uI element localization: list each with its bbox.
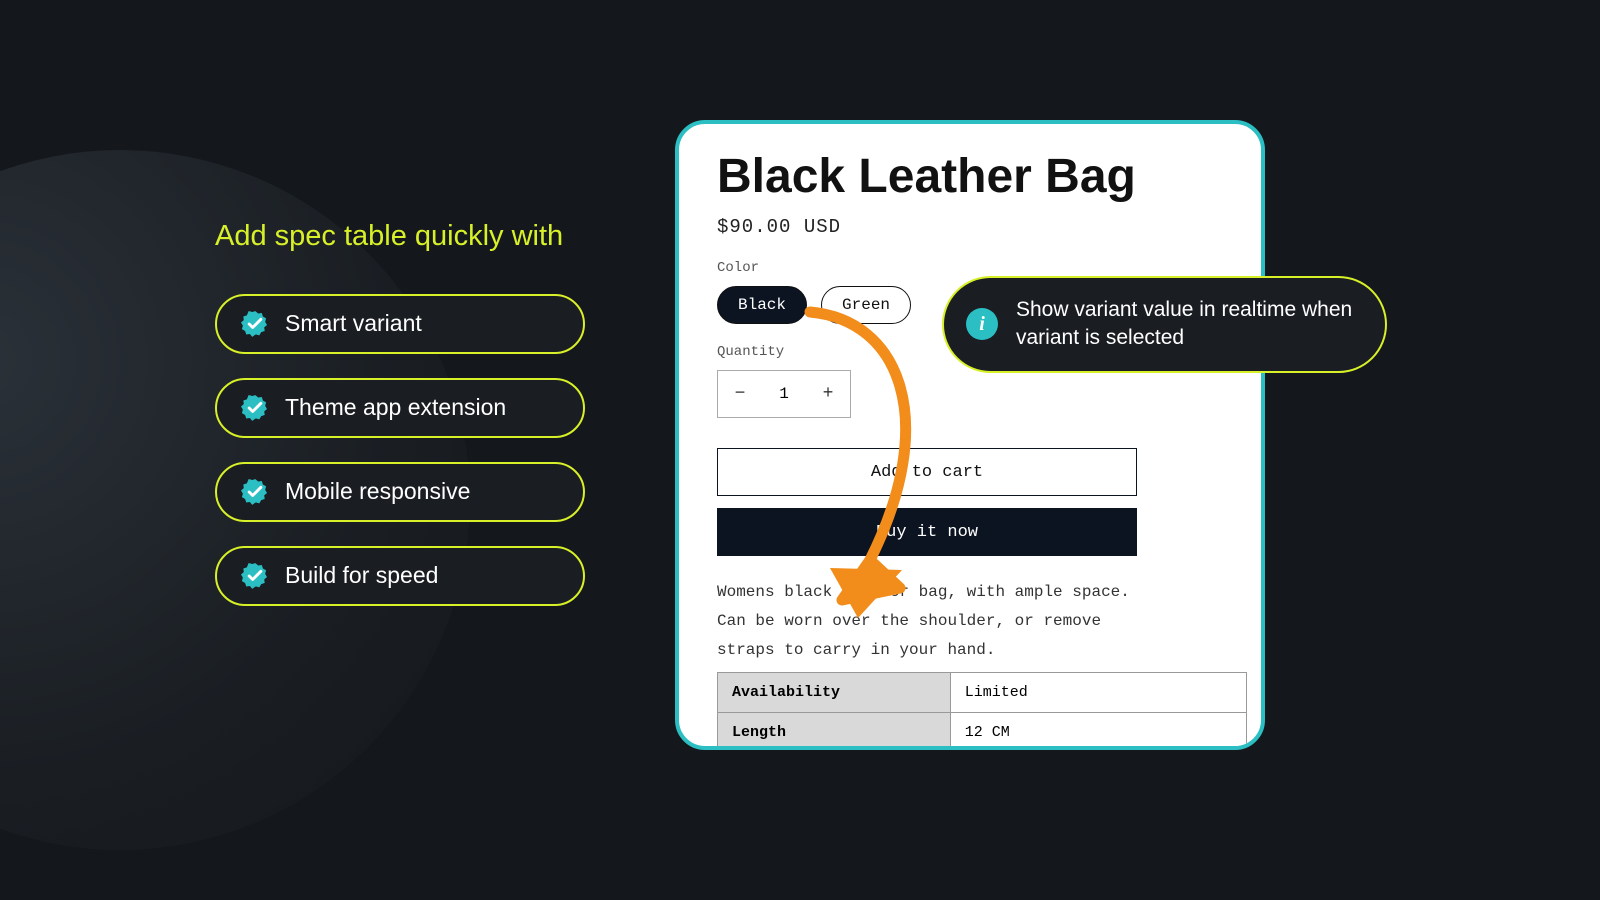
product-card: Black Leather Bag $90.00 USD Color Black… bbox=[675, 120, 1265, 750]
verified-badge-icon bbox=[241, 310, 269, 338]
quantity-decrease-button[interactable]: − bbox=[718, 371, 762, 417]
color-label: Color bbox=[717, 260, 1223, 276]
quantity-value: 1 bbox=[762, 385, 806, 403]
feature-label: Smart variant bbox=[285, 310, 422, 337]
spec-table: Availability Limited Length 12 CM Weight… bbox=[717, 672, 1247, 750]
feature-label: Mobile responsive bbox=[285, 478, 470, 505]
info-callout: i Show variant value in realtime when va… bbox=[942, 276, 1387, 373]
verified-badge-icon bbox=[241, 478, 269, 506]
spec-key: Length bbox=[718, 713, 951, 750]
feature-mobile-responsive: Mobile responsive bbox=[215, 462, 585, 522]
left-panel: Add spec table quickly with Smart varian… bbox=[215, 210, 615, 630]
buy-now-button[interactable]: Buy it now bbox=[717, 508, 1137, 556]
quantity-stepper: − 1 + bbox=[717, 370, 851, 418]
headline: Add spec table quickly with bbox=[215, 210, 615, 264]
product-title: Black Leather Bag bbox=[717, 149, 1223, 204]
product-description: Womens black leather bag, with ample spa… bbox=[717, 578, 1157, 664]
quantity-increase-button[interactable]: + bbox=[806, 371, 850, 417]
color-option-black[interactable]: Black bbox=[717, 286, 807, 324]
product-price: $90.00 USD bbox=[717, 216, 1223, 238]
callout-text: Show variant value in realtime when vari… bbox=[1016, 296, 1357, 353]
verified-badge-icon bbox=[241, 394, 269, 422]
feature-theme-extension: Theme app extension bbox=[215, 378, 585, 438]
spec-val: 12 CM bbox=[950, 713, 1246, 750]
spec-val: Limited bbox=[950, 673, 1246, 713]
table-row: Availability Limited bbox=[718, 673, 1247, 713]
feature-smart-variant: Smart variant bbox=[215, 294, 585, 354]
feature-label: Theme app extension bbox=[285, 394, 506, 421]
add-to-cart-button[interactable]: Add to cart bbox=[717, 448, 1137, 496]
verified-badge-icon bbox=[241, 562, 269, 590]
info-icon: i bbox=[966, 308, 998, 340]
table-row: Length 12 CM bbox=[718, 713, 1247, 750]
color-option-green[interactable]: Green bbox=[821, 286, 911, 324]
feature-build-speed: Build for speed bbox=[215, 546, 585, 606]
feature-label: Build for speed bbox=[285, 562, 438, 589]
spec-key: Availability bbox=[718, 673, 951, 713]
